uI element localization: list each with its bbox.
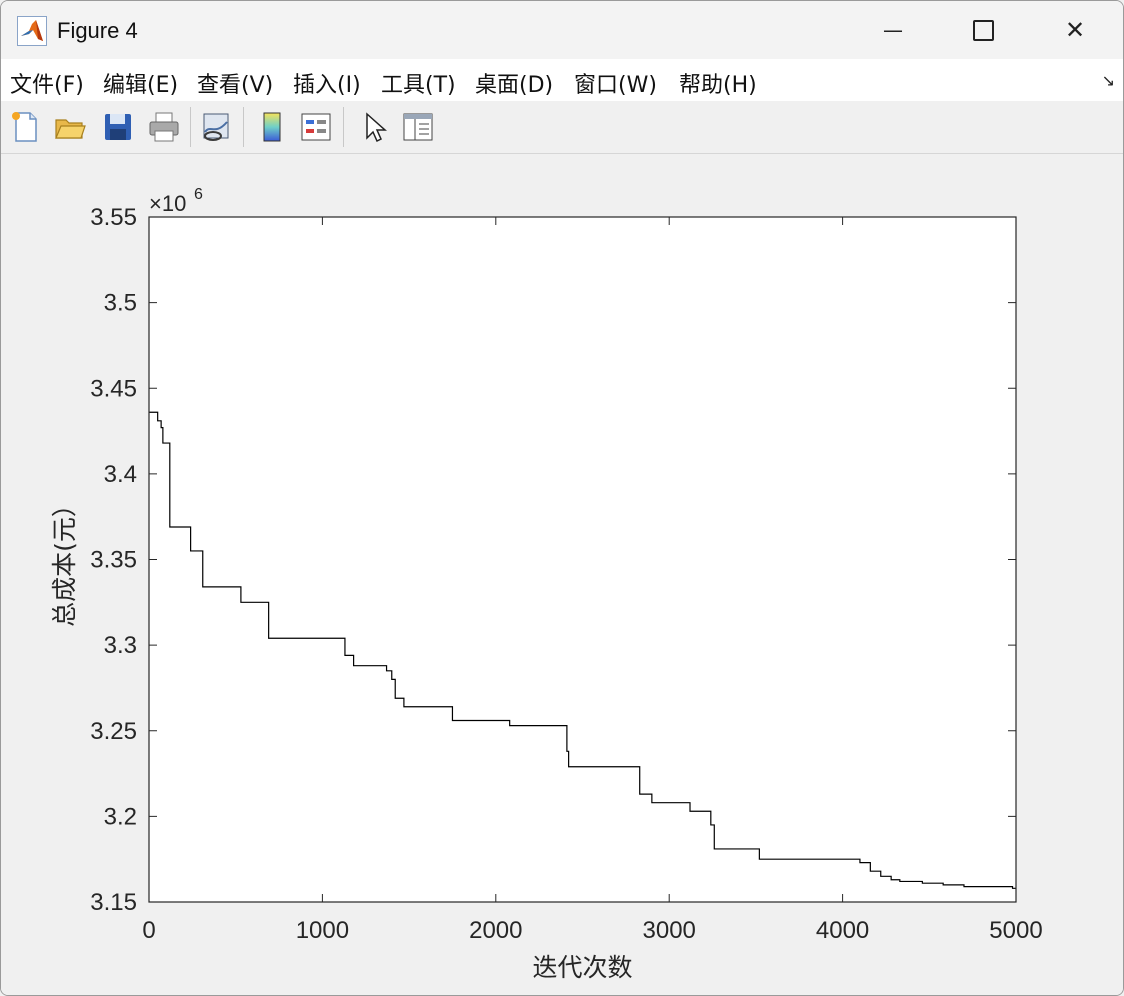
new-figure-icon[interactable] [9,110,43,144]
x-tick-label: 0 [142,917,155,944]
colorbar-icon[interactable] [255,110,289,144]
toolbar-separator [343,107,344,147]
menu-desktop[interactable]: 桌面(D) [475,67,553,99]
plot-canvas: 0 1000 2000 3000 4000 5000 3.15 3.2 3.25 3.3 3.35 3… [50,186,1043,982]
y-exponent-power: 6 [194,186,203,203]
menu-view[interactable]: 查看(V) [197,67,273,99]
y-tick-label: 3.4 [104,461,137,488]
menu-window[interactable]: 窗口(W) [574,67,657,99]
print-icon[interactable] [147,110,181,144]
x-tick-label: 4000 [816,917,869,944]
y-tick-label: 3.55 [90,204,137,231]
y-tick-label: 3.45 [90,375,137,402]
y-tick-label: 3.35 [90,547,137,574]
minimize-icon: — [883,18,903,42]
maximize-button[interactable] [937,1,1029,59]
y-tick-label: 3.15 [90,889,137,916]
window-title: Figure 4 [57,18,138,43]
y-tick-label: 3.25 [90,718,137,745]
y-axis-label: 总成本(元） [50,492,79,627]
property-inspector-icon[interactable] [401,110,435,144]
toolbar-separator [243,107,244,147]
toolbar-separator [190,107,191,147]
x-axis-label: 迭代次数 [532,953,632,982]
close-icon: ✕ [1064,16,1086,44]
toolbar [1,101,1123,154]
figure-window: Figure 4 — ✕ 文件(F) 编辑(E) 查看(V) 插入(I) 工具(… [0,0,1124,996]
legend-icon[interactable] [299,110,333,144]
x-tick-label: 2000 [469,917,522,944]
close-button[interactable]: ✕ [1029,1,1121,59]
axes-background [149,217,1016,902]
figure-area: 0 1000 2000 3000 4000 5000 3.15 3.2 3.25 3.3 3.35 3… [1,154,1123,995]
menu-help[interactable]: 帮助(H) [679,67,757,99]
y-tick-label: 3.3 [104,632,137,659]
y-exponent-label: ×10 [149,191,186,216]
x-tick-label: 3000 [643,917,696,944]
menu-bar: 文件(F) 编辑(E) 查看(V) 插入(I) 工具(T) 桌面(D) 窗口(W… [1,59,1123,101]
x-tick-label: 5000 [989,917,1042,944]
menu-file[interactable]: 文件(F) [10,67,84,99]
link-plot-icon[interactable] [199,110,233,144]
menu-overflow-icon[interactable]: ↘ [1102,71,1115,90]
open-file-icon[interactable] [53,110,87,144]
pointer-icon[interactable] [357,110,391,144]
y-tick-label: 3.5 [104,290,137,317]
menu-edit[interactable]: 编辑(E) [103,67,178,99]
menu-tools[interactable]: 工具(T) [381,67,456,99]
save-icon[interactable] [101,110,135,144]
y-tick-label: 3.2 [104,803,137,830]
x-tick-label: 1000 [296,917,349,944]
matlab-logo-icon [17,16,47,46]
minimize-button[interactable]: — [847,1,939,59]
menu-insert[interactable]: 插入(I) [293,67,361,99]
maximize-icon [972,19,994,41]
title-bar: Figure 4 — ✕ [1,1,1123,59]
